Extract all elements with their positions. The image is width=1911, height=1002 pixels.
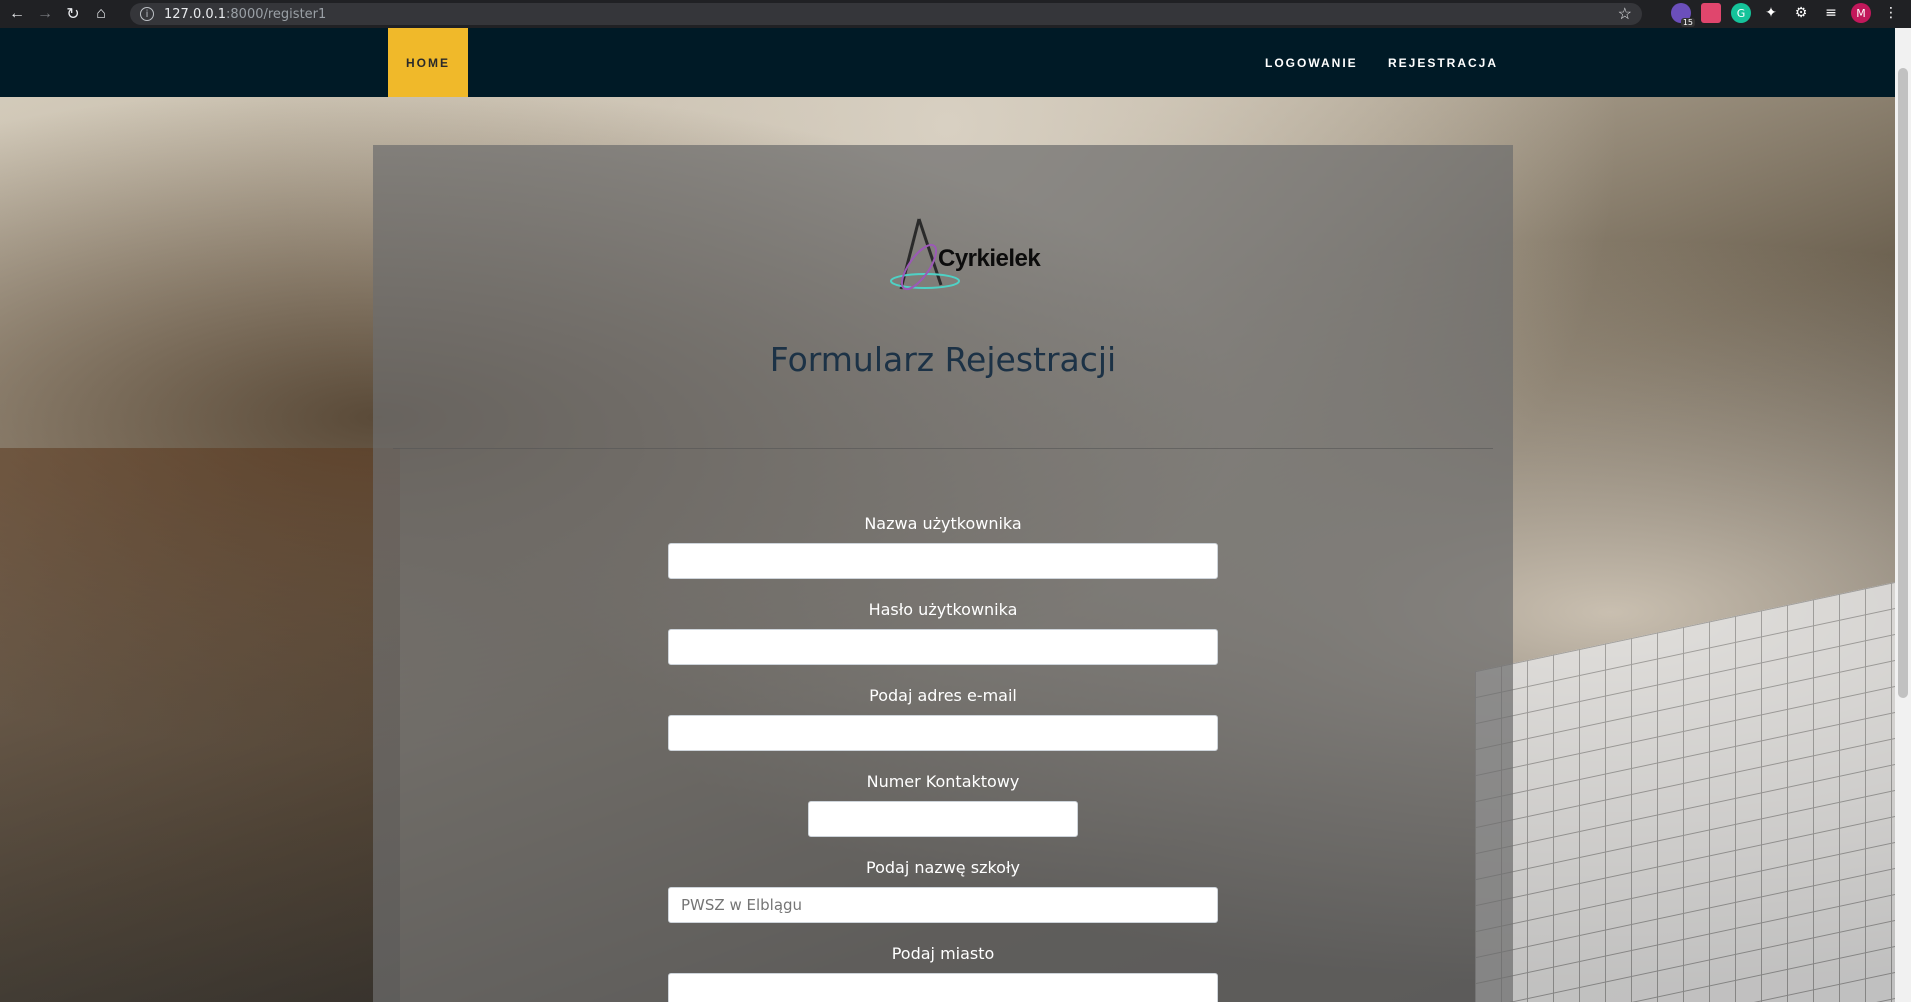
extension-badge-icon[interactable]: 15	[1671, 3, 1695, 27]
page-background: HOME LOGOWANIE REJESTRACJA Cyrkielek For…	[0, 28, 1895, 1002]
password-input[interactable]	[668, 629, 1218, 665]
username-input[interactable]	[668, 543, 1218, 579]
reading-list-icon[interactable]: ≡	[1821, 3, 1841, 23]
address-bar[interactable]: i 127.0.0.1:8000/register1 ☆	[130, 3, 1642, 25]
nav-register-link[interactable]: REJESTRACJA	[1388, 28, 1498, 97]
extensions-area: 15 G ✦ ⚙ ≡ M ⋮	[1671, 3, 1901, 27]
divider	[393, 448, 1493, 449]
phone-input[interactable]	[808, 801, 1078, 837]
logo-text: Cyrkielek	[938, 245, 1041, 272]
city-label: Podaj miasto	[891, 944, 995, 963]
profile-avatar[interactable]: M	[1851, 3, 1871, 23]
bookmark-star-icon[interactable]: ☆	[1618, 4, 1632, 24]
mail-extension-icon[interactable]	[1701, 3, 1721, 23]
registration-panel: Cyrkielek Formularz Rejestracji Nazwa uż…	[373, 145, 1513, 1002]
school-label: Podaj nazwę szkoły	[866, 858, 1020, 877]
scrollbar-track[interactable]	[1895, 28, 1911, 1002]
assistant-extension-icon[interactable]: ✦	[1761, 3, 1781, 23]
email-input[interactable]	[668, 715, 1218, 751]
browser-toolbar: ← → ↻ ⌂ i 127.0.0.1:8000/register1 ☆ 15 …	[0, 0, 1911, 28]
site-info-icon[interactable]: i	[140, 7, 154, 21]
url-path: :8000/register1	[226, 6, 327, 22]
site-navbar: HOME LOGOWANIE REJESTRACJA	[0, 28, 1895, 97]
puzzle-extensions-icon[interactable]: ⚙	[1791, 3, 1811, 23]
school-input[interactable]	[668, 887, 1218, 923]
password-label: Hasło użytkownika	[868, 600, 1018, 619]
reload-icon[interactable]: ↻	[62, 3, 84, 25]
grammarly-icon[interactable]: G	[1731, 3, 1751, 23]
nav-login-link[interactable]: LOGOWANIE	[1265, 28, 1358, 97]
url-text: 127.0.0.1:8000/register1	[164, 7, 326, 22]
kebab-menu-icon[interactable]: ⋮	[1881, 3, 1901, 23]
email-label: Podaj adres e-mail	[869, 686, 1017, 705]
forward-icon[interactable]: →	[34, 3, 56, 25]
form-title: Formularz Rejestracji	[769, 340, 1117, 379]
city-input[interactable]	[668, 973, 1218, 1002]
home-icon[interactable]: ⌂	[90, 3, 112, 25]
back-icon[interactable]: ←	[6, 3, 28, 25]
phone-label: Numer Kontaktowy	[866, 772, 1020, 791]
extension-badge-count: 15	[1680, 18, 1695, 27]
nav-home-link[interactable]: HOME	[388, 28, 468, 97]
scrollbar-thumb[interactable]	[1898, 68, 1908, 698]
url-host: 127.0.0.1	[164, 6, 227, 22]
username-label: Nazwa użytkownika	[864, 514, 1022, 533]
